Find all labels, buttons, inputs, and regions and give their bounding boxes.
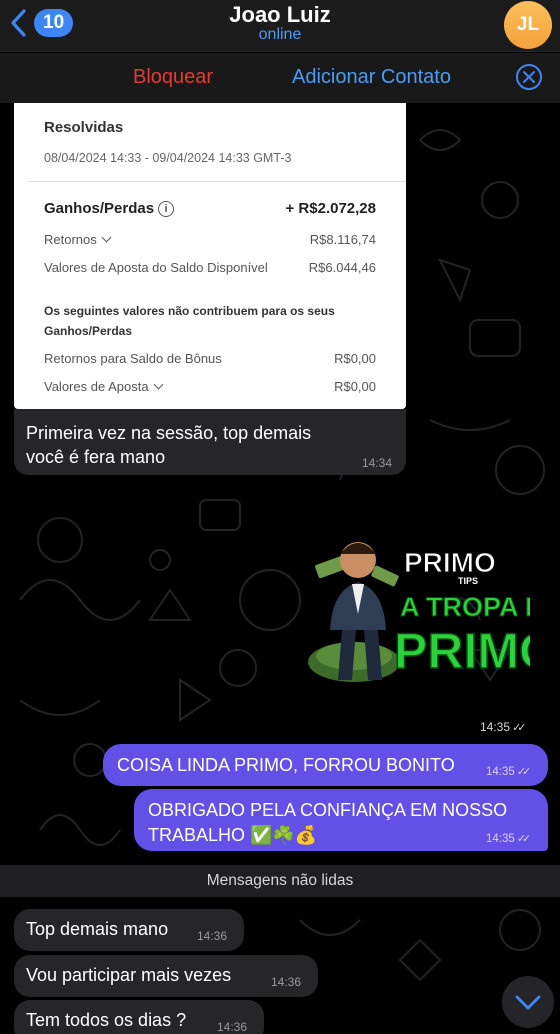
message-text: OBRIGADO PELA CONFIANÇA EM NOSSO TRABALH… <box>148 800 508 845</box>
avatar[interactable]: JL <box>504 1 552 49</box>
message-text: Top demais mano <box>26 919 169 939</box>
scroll-down-icon <box>515 995 541 1010</box>
outgoing-message[interactable]: OBRIGADO PELA CONFIANÇA EM NOSSO TRABALH… <box>134 789 548 851</box>
card-row-retornos: Retornos R$8.116,74 <box>44 232 376 247</box>
row-value: R$6.044,46 <box>308 260 376 275</box>
card-row-valores-saldo: Valores de Aposta do Saldo Disponível R$… <box>44 260 376 275</box>
card-row-ganhos: Ganhos/Perdas i + R$2.072,28 <box>44 200 376 217</box>
message-text: Primeira vez na sessão, top demais você … <box>26 423 312 467</box>
sticker-line2: PRIMO <box>394 623 530 679</box>
chevron-down-icon <box>101 232 112 243</box>
message-time: 14:35 ✓✓ <box>486 833 531 845</box>
row-value: R$0,00 <box>334 379 376 394</box>
incoming-message[interactable]: Vou participar mais vezes 14:36 <box>14 955 318 997</box>
outgoing-message[interactable]: COISA LINDA PRIMO, FORROU BONITO 14:35 ✓… <box>103 744 548 786</box>
contact-status: online <box>258 26 302 43</box>
card-title: Resolvidas <box>44 119 124 136</box>
bet-summary-image[interactable]: Resolvidas 08/04/2024 14:33 - 09/04/2024… <box>14 103 406 409</box>
incoming-caption-bubble[interactable]: Primeira vez na sessão, top demais você … <box>14 409 406 475</box>
double-check-icon: ✓✓ <box>512 722 526 734</box>
incoming-message[interactable]: Tem todos os dias ? 14:36 <box>14 1000 264 1034</box>
card-period: 08/04/2024 14:33 - 09/04/2024 14:33 GMT-… <box>44 151 292 165</box>
contact-name[interactable]: Joao Luiz <box>0 2 560 28</box>
scroll-down-button[interactable] <box>502 976 554 1028</box>
chat-header: 10 Joao Luiz online JL <box>0 0 560 52</box>
chevron-down-icon <box>153 379 164 390</box>
contact-action-bar: Bloquear Adicionar Contato <box>0 53 560 103</box>
double-check-icon: ✓✓ <box>517 833 531 845</box>
add-contact-button[interactable]: Adicionar Contato <box>292 66 451 89</box>
block-button[interactable]: Bloquear <box>133 66 213 89</box>
card-divider <box>28 181 406 182</box>
row-label: Valores de Aposta <box>44 379 149 394</box>
message-time: 14:36 <box>217 1020 248 1034</box>
message-time: 14:35 ✓✓ <box>486 766 531 778</box>
row-label: Retornos <box>44 232 97 247</box>
row-label: Retornos para Saldo de Bônus <box>44 351 222 366</box>
card-row-valores-aposta: Valores de Aposta R$0,00 <box>44 379 376 394</box>
double-check-icon: ✓✓ <box>517 766 531 778</box>
row-value: R$0,00 <box>334 351 376 366</box>
sticker-line1: A TROPA DO <box>400 592 530 622</box>
row-label: Valores de Aposta do Saldo Disponível <box>44 260 268 275</box>
row-value: + R$2.072,28 <box>285 200 377 217</box>
info-icon: i <box>158 201 175 217</box>
sticker-brand: PRIMO <box>404 547 496 578</box>
close-circle-icon[interactable] <box>515 63 543 91</box>
message-text: Vou participar mais vezes <box>26 965 232 985</box>
row-label: Ganhos/Perdas <box>44 200 155 217</box>
unread-messages-separator: Mensagens não lidas <box>0 865 560 897</box>
sticker-time: 14:35 ✓✓ <box>480 720 526 734</box>
message-time: 14:36 <box>197 929 228 943</box>
card-row-retornos-bonus: Retornos para Saldo de Bônus R$0,00 <box>44 351 376 366</box>
message-time: 14:36 <box>271 975 302 989</box>
sticker-brand-sub: TIPS <box>458 576 478 586</box>
message-time: 14:34 <box>361 456 392 470</box>
row-value: R$8.116,74 <box>309 232 376 247</box>
incoming-message[interactable]: Top demais mano 14:36 <box>14 909 244 951</box>
sticker-a-tropa-do-primo[interactable]: PRIMO TIPS A TROPA DO PRIMO <box>302 530 530 698</box>
card-note: Os seguintes valores não contribuem para… <box>44 304 335 338</box>
message-text: COISA LINDA PRIMO, FORROU BONITO <box>117 755 455 775</box>
message-text: Tem todos os dias ? <box>26 1010 187 1030</box>
